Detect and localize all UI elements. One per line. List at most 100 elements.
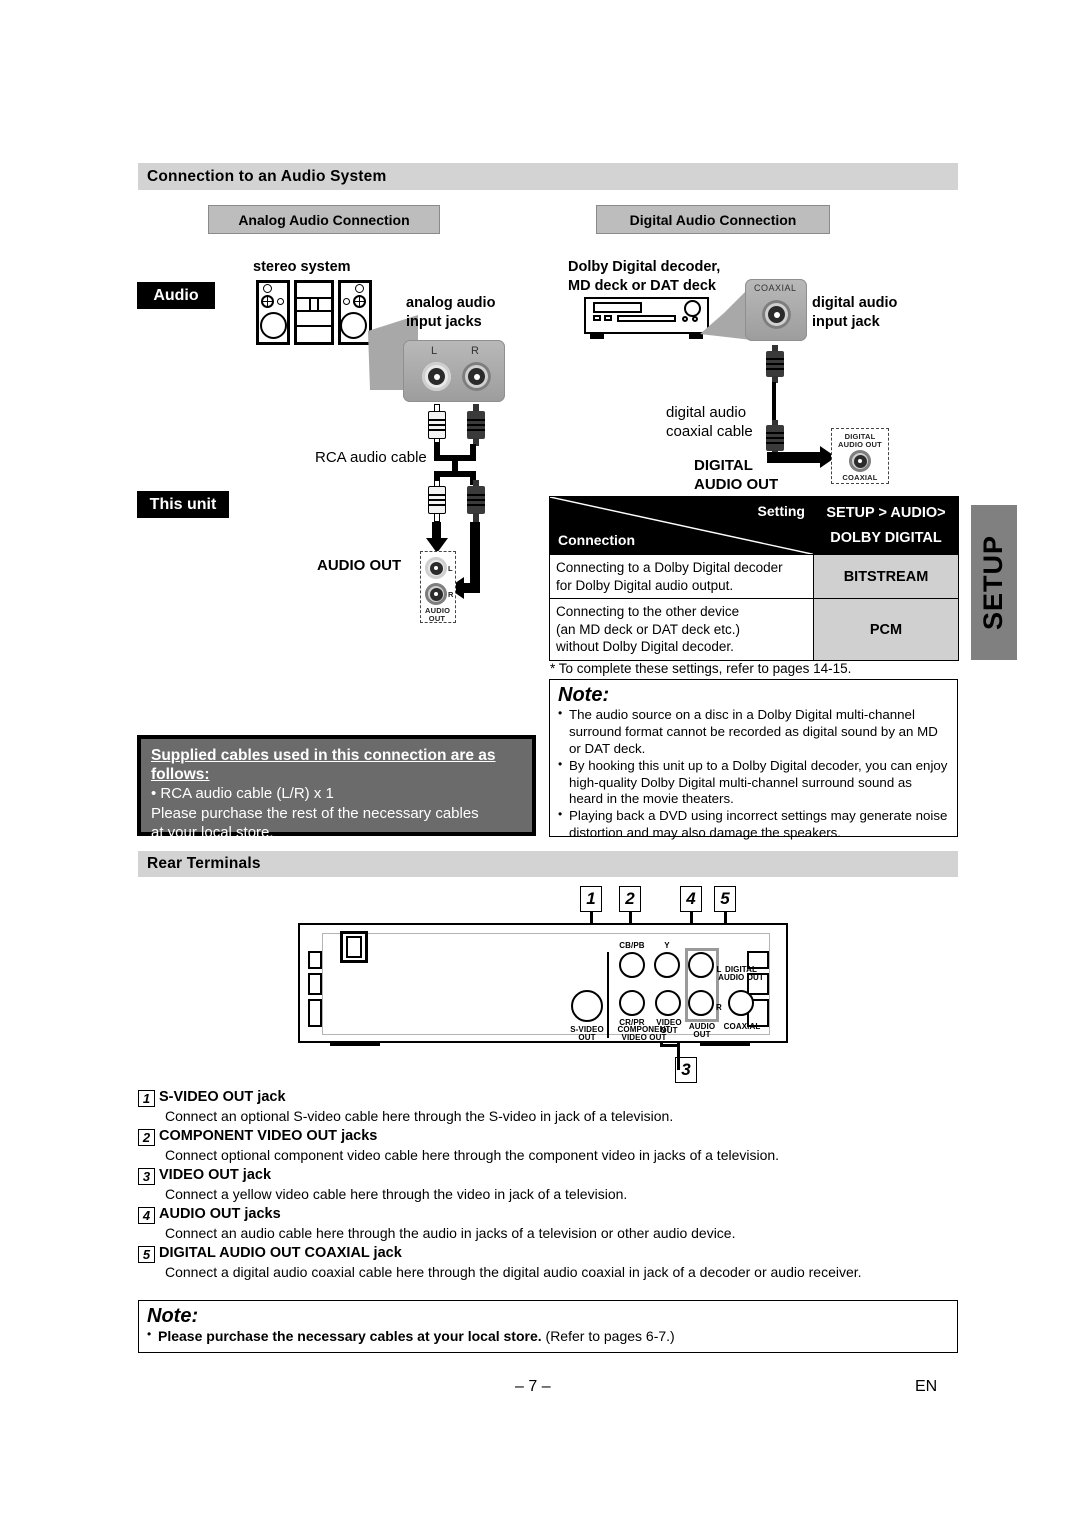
table-header-row: Setting Connection SETUP > AUDIO> DOLBY …	[549, 495, 959, 556]
table-cell-value-0: BITSTREAM	[813, 554, 959, 600]
analog-jack-panel: L R	[403, 340, 505, 402]
setup-side-tab-label: SETUP	[978, 534, 1009, 631]
jack-description-3-num: 3	[138, 1168, 155, 1185]
jack-description-4-head: AUDIO OUT jacks	[159, 1206, 281, 1222]
note-top-item: Playing back a DVD using incorrect setti…	[558, 807, 949, 842]
section-header-audio-system-label: Connection to an Audio System	[147, 167, 387, 185]
pill-digital-audio-connection: Digital Audio Connection	[596, 205, 830, 234]
footer-language-text: EN	[915, 1378, 938, 1395]
rear-label-audio-r: R	[716, 1003, 722, 1012]
analog-jack-left	[422, 362, 451, 391]
pill-analog-label: Analog Audio Connection	[238, 211, 410, 228]
setup-side-tab: SETUP	[971, 505, 1017, 660]
unit-audio-out-tiny-name2: OUT	[428, 614, 446, 623]
jack-description-4-body: Connect an audio cable here through the …	[165, 1225, 736, 1241]
jack-description-5: 5 DIGITAL AUDIO OUT COAXIAL jack Connect…	[138, 1245, 958, 1287]
jack-description-2-head: COMPONENT VIDEO OUT jacks	[159, 1128, 378, 1144]
analog-jack-right	[462, 362, 491, 391]
jack-description-3-body: Connect a yellow video cable here throug…	[165, 1186, 628, 1202]
digital-out-tiny-line2: AUDIO OUT	[838, 440, 882, 449]
supplied-cables-line3: at your local store.	[151, 823, 274, 841]
jack-description-1-num: 1	[138, 1090, 155, 1107]
table-header-setup-line1: SETUP > AUDIO>	[826, 505, 946, 521]
callout-2-label: 2	[625, 889, 635, 908]
analog-jack-l-label: L	[431, 345, 438, 357]
rear-label-y: Y	[664, 941, 670, 950]
rear-jack-cr-pr	[619, 990, 645, 1016]
jack-description-1-body: Connect an optional S-video cable here t…	[165, 1108, 674, 1124]
unit-audio-out-jack-l	[425, 557, 447, 579]
rca-plug-black-bottom	[467, 480, 485, 522]
table-footnote: * To complete these settings, refer to p…	[550, 661, 851, 676]
arrow-shaft-right-v	[470, 522, 480, 588]
row0-line2: for Dolby Digital audio output.	[556, 577, 734, 593]
callout-box-5: 5	[714, 886, 736, 912]
row1-line1: Connecting to the other device	[556, 604, 740, 620]
rear-jack-y	[654, 952, 680, 978]
dolby-decoder-line2: MD deck or DAT deck	[568, 277, 716, 294]
arrow-shaft-right-h	[462, 583, 480, 593]
table-row: Connecting to a Dolby Digital decoder fo…	[549, 554, 959, 600]
section-header-rear-terminals-label: Rear Terminals	[147, 855, 261, 872]
table-header-setup-audio: SETUP > AUDIO> DOLBY DIGITAL	[813, 495, 959, 556]
stereo-system-illustration	[256, 280, 372, 345]
note-bottom-list: Please purchase the necessary cables at …	[147, 1327, 949, 1346]
table-cell-connection-1: Connecting to the other device (an MD de…	[549, 598, 814, 662]
digital-input-jack	[762, 300, 791, 329]
rear-jack-video-out	[655, 990, 681, 1016]
unit-audio-out-jack-group: L R AUDIO OUT	[420, 551, 456, 623]
rear-jack-digital-coaxial	[728, 990, 754, 1016]
table-header-connection-setting: Setting Connection	[549, 495, 814, 556]
digital-out-tiny-bottom: COAXIAL	[842, 473, 878, 482]
row0-line1: Connecting to a Dolby Digital decoder	[556, 560, 783, 576]
rear-label-coaxial: COAXIAL	[723, 1022, 761, 1031]
callout-3-label: 3	[681, 1060, 691, 1079]
dolby-decoder-label: Dolby Digital decoder, MD deck or DAT de…	[568, 258, 720, 295]
rear-jack-s-video-out	[571, 990, 603, 1022]
table-cell-value-1: PCM	[813, 598, 959, 662]
note-bottom-normal: (Refer to pages 6-7.)	[541, 1328, 675, 1344]
note-top-item: By hooking this unit up to a Dolby Digit…	[558, 757, 949, 809]
dolby-decoder-illustration	[584, 297, 709, 339]
row1-line2: (an MD deck or DAT deck etc.)	[556, 621, 741, 637]
unit-audio-out-r-label: R	[448, 590, 454, 599]
callout-box-1: 1	[580, 886, 602, 912]
rca-plug-white-bottom	[428, 480, 446, 522]
section-header-rear-terminals: Rear Terminals	[138, 851, 958, 877]
tag-this-unit: This unit	[137, 491, 229, 518]
digital-input-jack-line2: input jack	[812, 313, 880, 330]
jack-description-5-body: Connect a digital audio coaxial cable he…	[165, 1264, 862, 1280]
unit-digital-out-jack	[849, 450, 871, 472]
jack-description-1-head: S-VIDEO OUT jack	[159, 1089, 286, 1105]
stereo-system-label: stereo system	[253, 258, 351, 277]
tag-audio: Audio	[137, 282, 215, 309]
jack-description-5-head: DIGITAL AUDIO OUT COAXIAL jack	[159, 1245, 402, 1261]
digital-coaxial-cable-label: digital audio coaxial cable	[666, 403, 753, 441]
audio-out-label-text: AUDIO OUT	[317, 557, 402, 574]
digital-audio-out-label: DIGITAL AUDIO OUT	[694, 456, 778, 494]
rear-label-s-video-out-2: OUT	[578, 1033, 596, 1042]
digital-audio-out-line2: AUDIO OUT	[694, 476, 779, 494]
rca-audio-cable-label-text: RCA audio cable	[315, 449, 427, 466]
row1-line3: without Dolby Digital decoder.	[556, 639, 734, 655]
digital-arrow-shaft	[767, 452, 822, 463]
rear-jack-audio-out-r	[688, 990, 714, 1016]
jack-description-4: 4 AUDIO OUT jacks Connect an audio cable…	[138, 1206, 958, 1248]
note-bottom-bold: Please purchase the necessary cables at …	[158, 1328, 542, 1344]
jack-description-3-head: VIDEO OUT jack	[159, 1167, 272, 1183]
supplied-cables-title-line2: follows:	[151, 766, 210, 784]
rca-plug-white-top	[428, 404, 446, 446]
note-bottom-item: Please purchase the necessary cables at …	[147, 1327, 949, 1346]
note-bottom-title: Note:	[147, 1305, 199, 1327]
analog-input-jacks-line1: analog audio	[406, 295, 496, 311]
unit-audio-out-l-label: L	[448, 564, 453, 573]
callout-box-2: 2	[619, 886, 641, 912]
coax-plug-top	[766, 345, 784, 383]
jack-description-2-body: Connect optional component video cable h…	[165, 1147, 780, 1163]
jack-description-4-num: 4	[138, 1207, 155, 1224]
note-top-list: The audio source on a disc in a Dolby Di…	[558, 706, 949, 842]
coaxial-panel-label: COAXIAL	[754, 283, 797, 293]
manual-page: Connection to an Audio System Analog Aud…	[0, 0, 1080, 1528]
rear-label-audio-out-2: OUT	[693, 1030, 711, 1039]
coax-cable-wire	[772, 382, 776, 422]
